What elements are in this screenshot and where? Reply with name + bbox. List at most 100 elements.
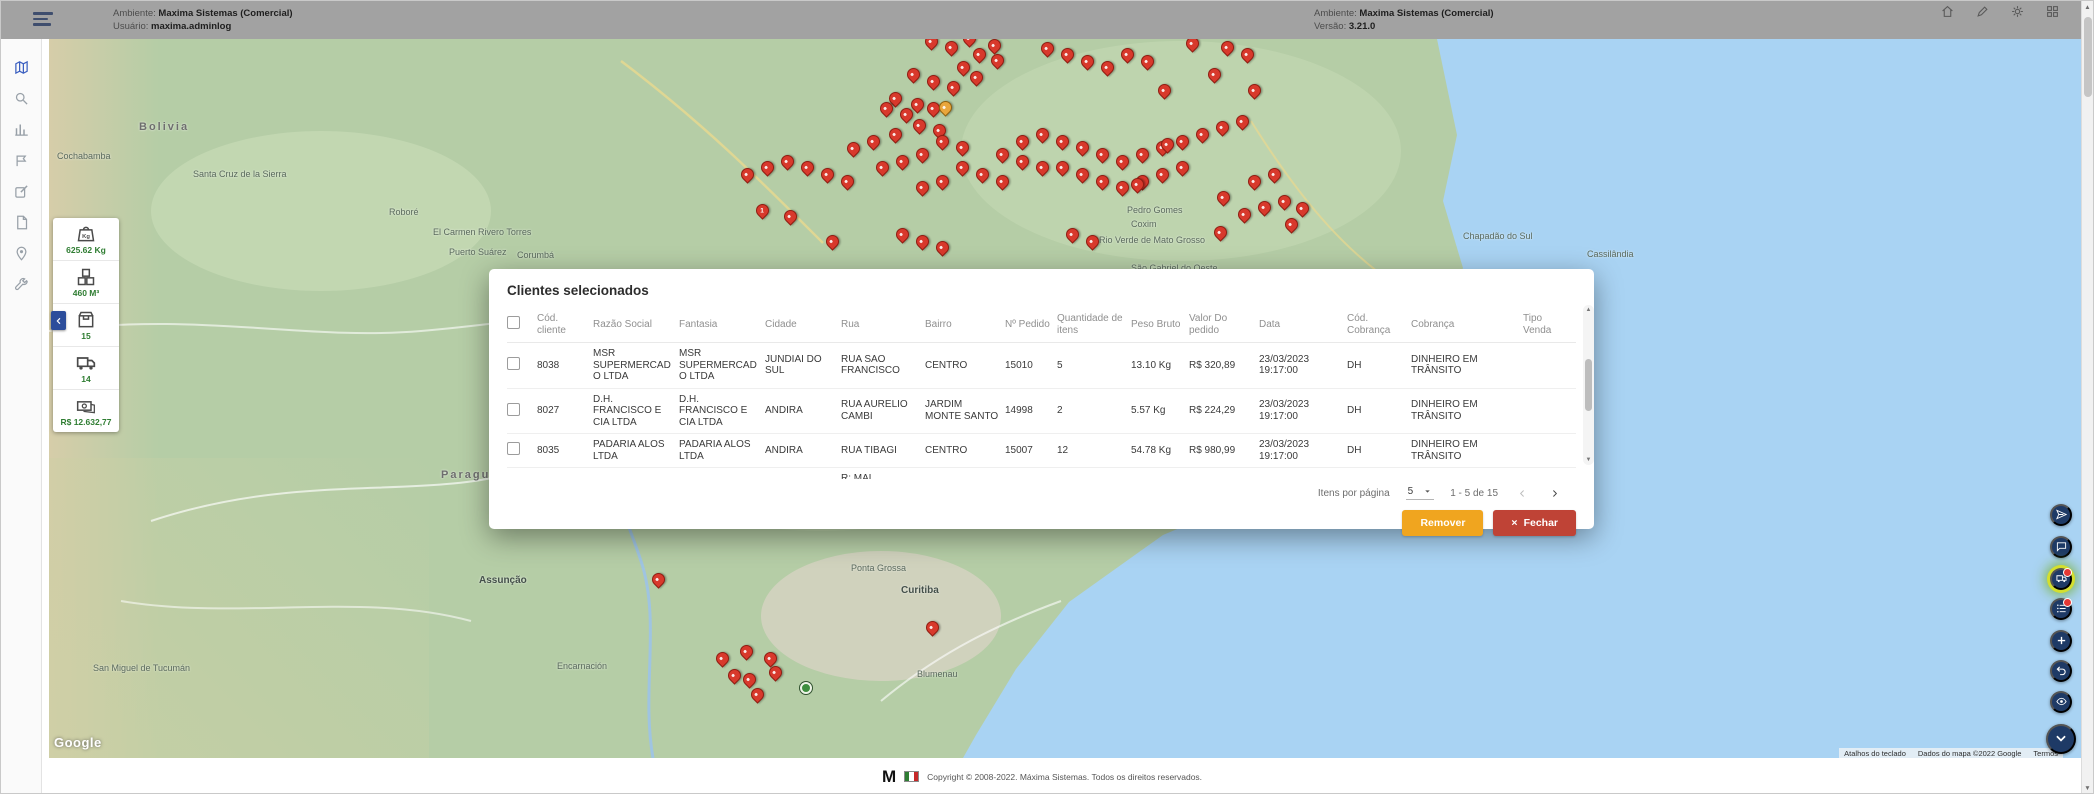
table-row[interactable]: 8038MSR SUPERMERCADO LTDAMSR SUPERMERCAD…	[507, 343, 1576, 389]
cell-valor: R$ 224,29	[1189, 400, 1259, 422]
stat-value: 14	[81, 374, 90, 384]
search-icon	[14, 91, 29, 111]
stat-trucks: 14	[53, 347, 119, 390]
apps-icon[interactable]	[2046, 5, 2059, 18]
page-range: 1 - 5 de 15	[1450, 488, 1498, 499]
undo-icon	[2056, 664, 2067, 679]
edit-icon[interactable]	[1976, 5, 1989, 18]
environment-info-right: Ambiente: Maxima Sistemas (Comercial) Ve…	[1314, 7, 1494, 33]
row-checkbox[interactable]	[507, 442, 520, 455]
select-all-checkbox[interactable]	[507, 316, 520, 329]
stat-order-value: R$ 12.632,77	[53, 390, 119, 432]
cell-rua: RUA TIBAGI	[841, 440, 925, 462]
items-per-page-select[interactable]: 5	[1406, 486, 1435, 500]
stat-value: 625.62 Kg	[66, 245, 106, 255]
row-checkbox[interactable]	[507, 403, 520, 416]
prev-page-button[interactable]	[1514, 485, 1530, 501]
scrollbar-up-icon[interactable]: ▲	[2084, 4, 2090, 11]
cell-pedido: 14998	[1005, 400, 1057, 422]
table-scrollbar[interactable]: ▲ ▼	[1583, 305, 1594, 465]
cell-qtd: 12	[1057, 440, 1131, 462]
maxima-logo: M	[882, 768, 896, 785]
column-header: Cobrança	[1411, 313, 1523, 337]
row-checkbox-cell	[507, 352, 537, 379]
column-header: Cód. Cobrança	[1347, 307, 1411, 342]
home-icon[interactable]	[1941, 5, 1954, 18]
page-scroll-thumb[interactable]	[2084, 17, 2092, 97]
table-row[interactable]: 8010KOMIYA ARIOSO LTDAKOMIYA ARIOSO LTDA…	[507, 468, 1576, 479]
collapse-button[interactable]	[2046, 724, 2076, 754]
cell-cod_cobranca: DH	[1347, 400, 1411, 422]
cell-cidade: ANDIRA	[765, 440, 841, 462]
sidebar-item-routes[interactable]	[1, 150, 41, 175]
cell-data: 23/03/2023 19:17:00	[1259, 394, 1347, 427]
close-button[interactable]: ×Fechar	[1493, 510, 1576, 536]
cell-rua: R: MAL. DEODORO DA FONSECA	[841, 468, 925, 479]
cell-razao: D.H. FRANCISCO E CIA LTDA	[593, 389, 679, 434]
row-checkbox[interactable]	[507, 357, 520, 370]
cell-tipo	[1523, 446, 1576, 456]
row-checkbox-cell	[507, 398, 537, 425]
cell-qtd: 5	[1057, 355, 1131, 377]
undo-button[interactable]	[2050, 660, 2072, 682]
table-scroll-thumb[interactable]	[1585, 359, 1592, 411]
menu-icon[interactable]	[33, 12, 53, 28]
cell-fantasia: KOMIYA ARIOSO LTDA	[679, 474, 765, 479]
sidebar-item-search[interactable]	[1, 88, 41, 113]
notification-badge	[2063, 598, 2072, 607]
sidebar-item-documents[interactable]	[1, 212, 41, 237]
page-scrollbar[interactable]: ▲ ▼	[2081, 1, 2093, 794]
terrain-plains	[49, 458, 429, 758]
pagination: Itens por página 5 1 - 5 de 15	[507, 485, 1576, 501]
caret-down-icon	[1423, 487, 1432, 496]
send-icon	[2056, 508, 2067, 523]
orders-list-button[interactable]	[2050, 598, 2072, 620]
stat-value: 460 M³	[73, 288, 99, 298]
cell-rua: RUA SAO FRANCISCO	[841, 349, 925, 382]
select-all-cell	[507, 310, 537, 339]
cell-peso: 54.78 Kg	[1131, 440, 1189, 462]
table-row[interactable]: 8027D.H. FRANCISCO E CIA LTDAD.H. FRANCI…	[507, 389, 1576, 435]
cell-tipo	[1523, 360, 1576, 370]
route-vehicle-button[interactable]	[2050, 568, 2072, 590]
box-icon	[75, 310, 97, 330]
add-button[interactable]	[2050, 630, 2072, 652]
column-header: Razão Social	[593, 313, 679, 337]
settings-icon[interactable]	[2011, 5, 2024, 18]
sidebar-item-reports[interactable]	[1, 119, 41, 144]
scroll-up-icon[interactable]: ▲	[1586, 307, 1592, 313]
sidebar-item-map[interactable]	[1, 57, 41, 82]
sidebar-item-tools[interactable]	[1, 274, 41, 299]
cell-data: 23/03/2023 19:17:00	[1259, 434, 1347, 467]
visibility-button[interactable]	[2050, 691, 2072, 713]
table-row[interactable]: 8035PADARIA ALOS LTDAPADARIA ALOS LTDAAN…	[507, 434, 1576, 468]
chat-icon	[2056, 540, 2067, 555]
column-header: Nº Pedido	[1005, 313, 1057, 337]
share-button[interactable]	[2050, 504, 2072, 526]
cell-cod: 8027	[537, 400, 593, 422]
sidebar-item-edit[interactable]	[1, 181, 41, 206]
keyboard-shortcuts-link[interactable]: Atalhos do teclado	[1844, 749, 1906, 758]
cell-fantasia: MSR SUPERMERCADO LTDA	[679, 343, 765, 388]
column-header: Cód. cliente	[537, 307, 593, 342]
top-header: Ambiente: Maxima Sistemas (Comercial) Us…	[1, 1, 2083, 39]
remove-button[interactable]: Remover	[1402, 510, 1483, 536]
header-actions	[1941, 5, 2059, 18]
reports-icon	[14, 122, 29, 142]
money-icon	[75, 396, 97, 416]
stats-collapse-button[interactable]	[51, 311, 66, 330]
cell-rua: RUA AURELIO CAMBI	[841, 394, 925, 427]
cell-qtd: 2	[1057, 400, 1131, 422]
sidebar-item-markers[interactable]	[1, 243, 41, 268]
scrollbar-down-icon[interactable]: ▼	[2084, 785, 2090, 792]
next-page-button[interactable]	[1546, 485, 1562, 501]
cell-valor: R$ 980,99	[1189, 440, 1259, 462]
chat-button[interactable]	[2050, 536, 2072, 558]
cell-cobranca: DINHEIRO EM TRÂNSITO	[1411, 474, 1523, 479]
column-header: Valor Do pedido	[1189, 307, 1259, 342]
cell-cod_cobranca: DH	[1347, 440, 1411, 462]
cell-razao: KOMIYA ARIOSO LTDA	[593, 474, 679, 479]
scroll-down-icon[interactable]: ▼	[1586, 457, 1592, 463]
cell-pedido: 15010	[1005, 355, 1057, 377]
cubes-icon	[75, 267, 97, 287]
